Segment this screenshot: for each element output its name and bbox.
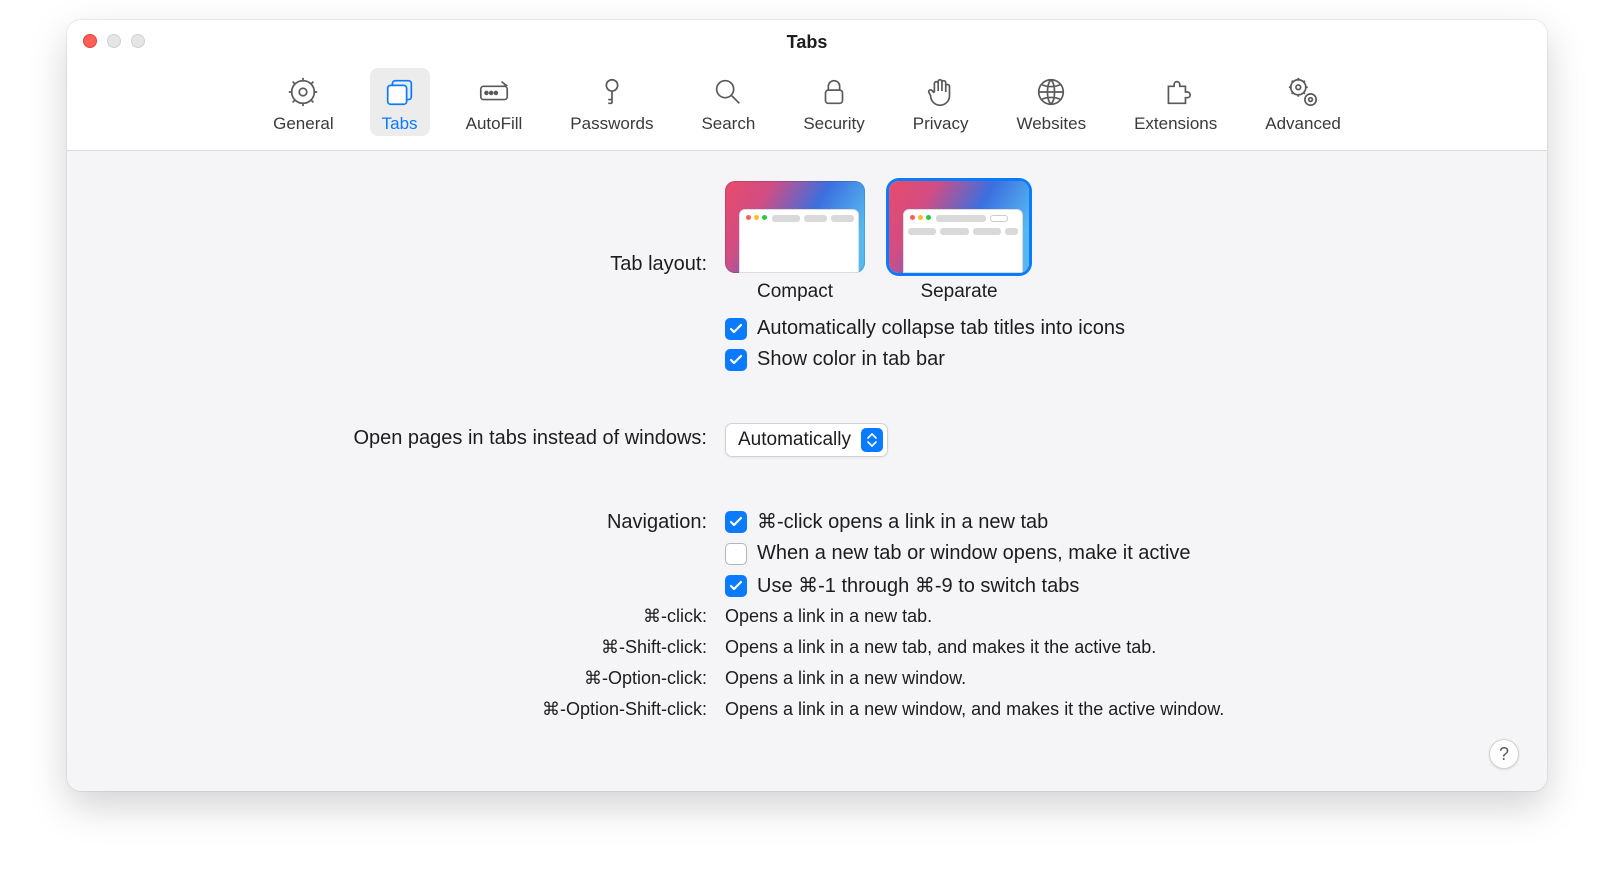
tab-passwords[interactable]: Passwords [558, 68, 665, 136]
checkbox-label: Automatically collapse tab titles into i… [757, 317, 1125, 340]
tab-security[interactable]: Security [791, 68, 876, 136]
close-window-button[interactable] [83, 34, 97, 48]
checkbox-switch-tabs[interactable]: Use ⌘-1 through ⌘-9 to switch tabs [725, 573, 1079, 598]
traffic-lights [83, 34, 145, 48]
tab-label: Passwords [570, 114, 653, 134]
checkbox-cmd-click[interactable]: ⌘-click opens a link in a new tab [725, 509, 1048, 534]
hint-desc: Opens a link in a new window, and makes … [725, 699, 1507, 720]
tab-label: AutoFill [466, 114, 523, 134]
tab-layout-separate[interactable]: Separate [889, 181, 1029, 303]
puzzle-icon [1158, 74, 1194, 110]
tabs-icon [382, 74, 418, 110]
checkbox-show-color[interactable]: Show color in tab bar [725, 348, 945, 371]
preferences-toolbar: General Tabs AutoFill Passwords Search S… [67, 64, 1547, 150]
hint-keys: ⌘-Option-Shift-click: [107, 699, 707, 720]
tab-label: General [273, 114, 333, 134]
chevron-updown-icon [861, 428, 883, 452]
help-icon: ? [1499, 744, 1509, 765]
checkbox-icon [725, 543, 747, 565]
checkbox-collapse-titles[interactable]: Automatically collapse tab titles into i… [725, 317, 1125, 340]
checkbox-icon [725, 511, 747, 533]
zoom-window-button[interactable] [131, 34, 145, 48]
autofill-icon [476, 74, 512, 110]
help-button[interactable]: ? [1489, 739, 1519, 769]
preferences-window: Tabs General Tabs AutoFill Passwords Sea… [67, 20, 1547, 791]
hint-keys: ⌘-Option-click: [107, 668, 707, 689]
globe-icon [1033, 74, 1069, 110]
titlebar: Tabs General Tabs AutoFill Passwords Sea… [67, 20, 1547, 151]
tab-label: Privacy [913, 114, 969, 134]
tab-label: Tabs [382, 114, 418, 134]
tab-label: Advanced [1265, 114, 1341, 134]
checkbox-label: ⌘-click opens a link in a new tab [757, 509, 1048, 534]
checkbox-icon [725, 349, 747, 371]
key-icon [594, 74, 630, 110]
search-icon [710, 74, 746, 110]
tab-tabs[interactable]: Tabs [370, 68, 430, 136]
navigation-label: Navigation: [107, 509, 707, 534]
tab-search[interactable]: Search [689, 68, 767, 136]
checkbox-label: Show color in tab bar [757, 348, 945, 371]
minimize-window-button[interactable] [107, 34, 121, 48]
dropdown-value: Automatically [738, 429, 851, 451]
content-area: Tab layout: Compact [67, 151, 1547, 791]
open-pages-label: Open pages in tabs instead of windows: [107, 423, 707, 450]
tab-advanced[interactable]: Advanced [1253, 68, 1353, 136]
tab-general[interactable]: General [261, 68, 345, 136]
tab-label: Security [803, 114, 864, 134]
checkbox-make-active[interactable]: When a new tab or window opens, make it … [725, 542, 1191, 565]
checkbox-icon [725, 575, 747, 597]
tab-label: Search [701, 114, 755, 134]
checkbox-label: Use ⌘-1 through ⌘-9 to switch tabs [757, 573, 1079, 598]
tab-layout-compact[interactable]: Compact [725, 181, 865, 303]
open-pages-dropdown[interactable]: Automatically [725, 423, 888, 457]
gears-icon [1285, 74, 1321, 110]
tab-label: Websites [1016, 114, 1086, 134]
tab-layout-label: Tab layout: [107, 181, 707, 276]
hint-desc: Opens a link in a new tab, and makes it … [725, 637, 1507, 658]
tab-privacy[interactable]: Privacy [901, 68, 981, 136]
tab-extensions[interactable]: Extensions [1122, 68, 1229, 136]
separate-label: Separate [920, 281, 997, 303]
hint-desc: Opens a link in a new tab. [725, 606, 1507, 627]
hint-desc: Opens a link in a new window. [725, 668, 1507, 689]
compact-label: Compact [757, 281, 833, 303]
hand-icon [923, 74, 959, 110]
tab-label: Extensions [1134, 114, 1217, 134]
gear-icon [285, 74, 321, 110]
checkbox-label: When a new tab or window opens, make it … [757, 542, 1191, 565]
window-title: Tabs [787, 32, 828, 53]
tab-autofill[interactable]: AutoFill [454, 68, 535, 136]
tab-websites[interactable]: Websites [1004, 68, 1098, 136]
hint-keys: ⌘-Shift-click: [107, 637, 707, 658]
hint-keys: ⌘-click: [107, 606, 707, 627]
lock-icon [816, 74, 852, 110]
checkbox-icon [725, 318, 747, 340]
